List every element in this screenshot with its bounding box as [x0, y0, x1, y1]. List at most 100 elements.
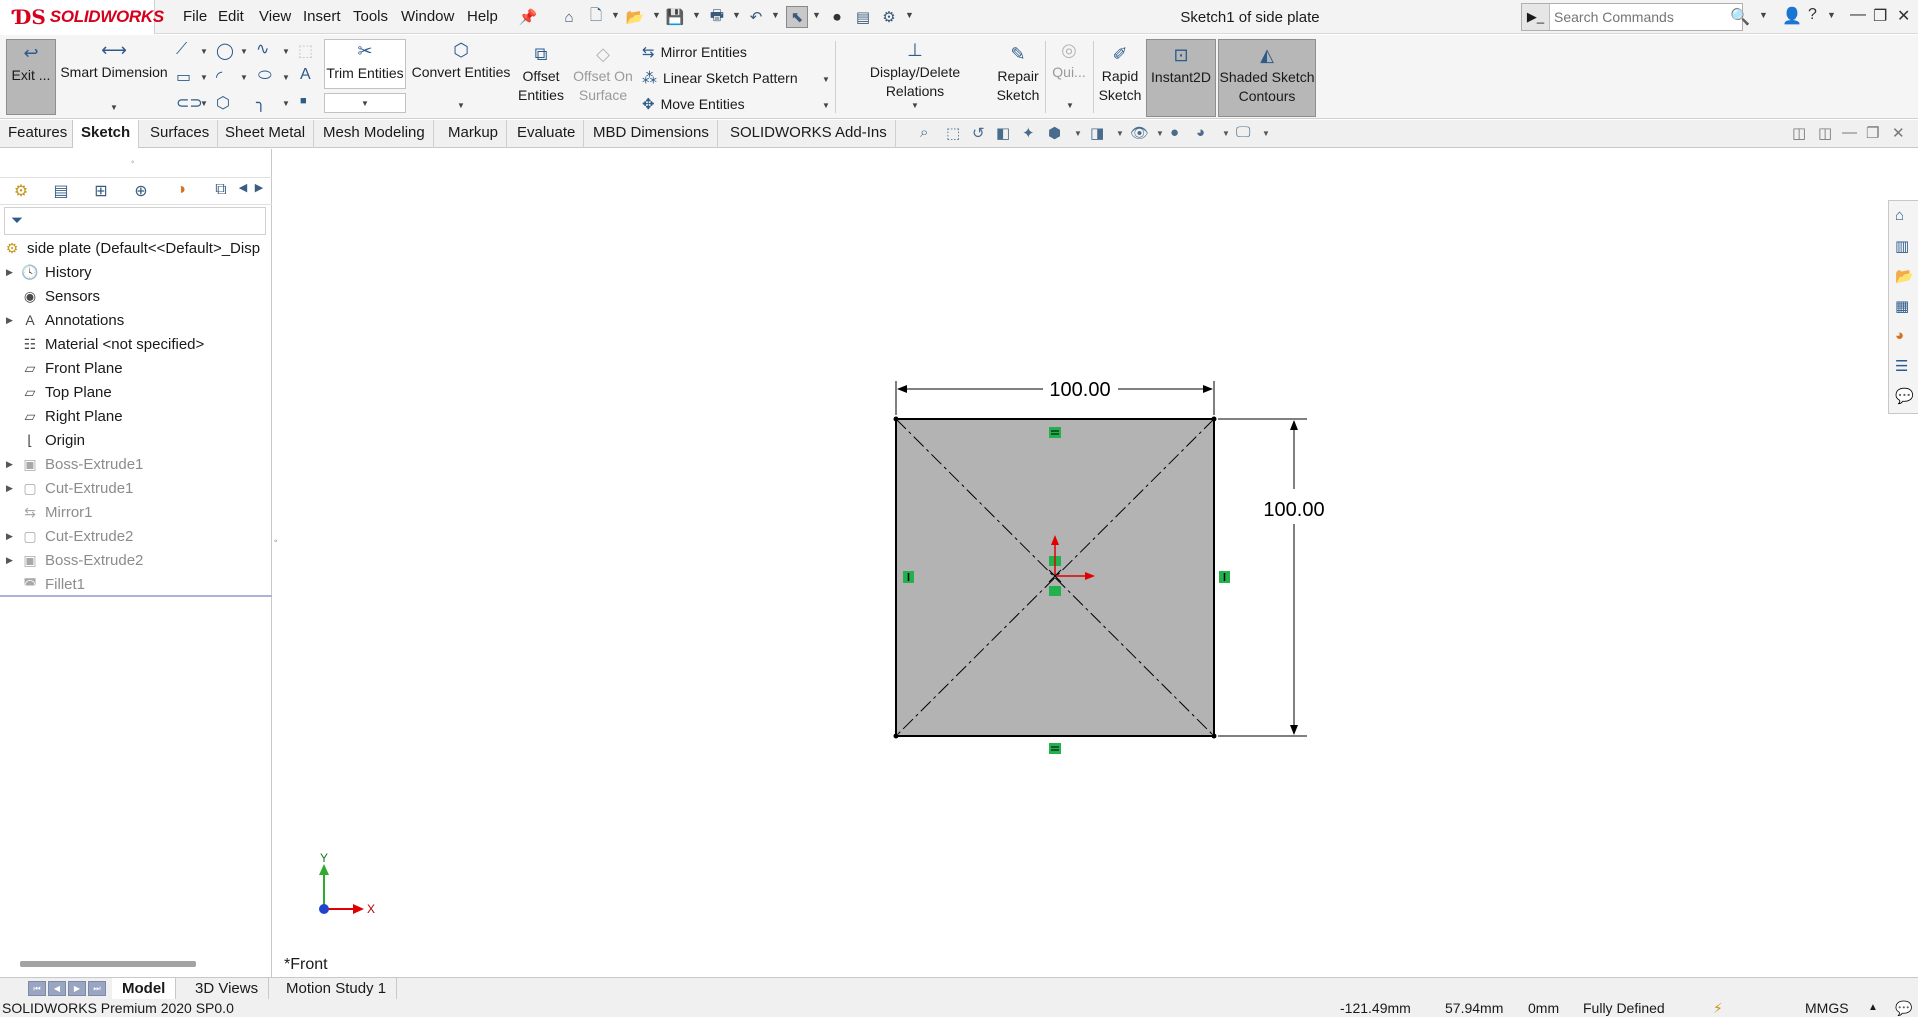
property-manager-tab-icon[interactable]: ▤: [46, 181, 76, 203]
expand-arrow-icon[interactable]: ▶: [6, 555, 20, 566]
quick-snaps-button[interactable]: ◎ Qui...: [1050, 41, 1088, 91]
save-dropdown-arrow[interactable]: ▼: [692, 10, 701, 20]
open-dropdown-arrow[interactable]: ▼: [652, 10, 661, 20]
display-manager-tab-icon[interactable]: ◑: [166, 181, 196, 203]
search-dropdown-arrow[interactable]: ▼: [1759, 10, 1768, 20]
tree-item-boss-extrude2[interactable]: ▶ ▣ Boss-Extrude2: [0, 548, 272, 572]
tab-features[interactable]: Features: [0, 120, 77, 148]
doc-tile-left-icon[interactable]: ◫: [1792, 124, 1806, 142]
horizontal-relation-icon[interactable]: [1049, 743, 1061, 754]
view-orientation-icon[interactable]: ⬢: [1048, 124, 1061, 142]
panel-collapse-handle[interactable]: ◦: [131, 157, 135, 168]
zoom-to-area-icon[interactable]: ⬚: [946, 124, 960, 142]
tabs-scroll-right-icon[interactable]: ▶: [252, 181, 266, 203]
line-icon[interactable]: ⟋: [176, 41, 187, 59]
zoom-to-fit-icon[interactable]: ⌕: [920, 124, 928, 141]
tree-item-right-plane[interactable]: ▱ Right Plane: [0, 404, 272, 428]
dynamic-annotation-icon[interactable]: ✦: [1022, 124, 1035, 142]
tab-evaluate[interactable]: Evaluate: [509, 120, 585, 148]
help-icon[interactable]: ?: [1808, 6, 1817, 24]
search-commands-box[interactable]: ▶_ 🔍: [1521, 3, 1750, 31]
first-tab-arrow-icon[interactable]: ⏮: [28, 981, 46, 996]
convert-dropdown-arrow[interactable]: ▼: [457, 101, 465, 110]
expand-arrow-icon[interactable]: ▶: [6, 315, 20, 326]
pattern-dropdown-arrow[interactable]: ▼: [822, 75, 830, 84]
vertical-relation-icon[interactable]: [903, 571, 914, 583]
spline-icon[interactable]: ∿: [256, 39, 269, 59]
rectangle-icon[interactable]: ▭: [176, 67, 191, 87]
tooltip-icon[interactable]: 💬: [1895, 1000, 1912, 1017]
undo-dropdown-arrow[interactable]: ▼: [771, 10, 780, 20]
expand-arrow-icon[interactable]: ▶: [6, 459, 20, 470]
menu-file[interactable]: File: [183, 8, 207, 25]
linear-sketch-pattern-button[interactable]: ⁂ Linear Sketch Pattern: [642, 69, 798, 87]
tree-item-annotations[interactable]: ▶ A Annotations: [0, 308, 272, 332]
bottom-tab-3d-views[interactable]: 3D Views: [185, 978, 270, 1000]
home-icon[interactable]: ⌂: [558, 6, 580, 28]
tab-mesh-modeling[interactable]: Mesh Modeling: [315, 120, 434, 148]
menu-view[interactable]: View: [259, 8, 291, 25]
options-gear-icon[interactable]: ⚙: [878, 6, 900, 28]
move-dropdown-arrow[interactable]: ▼: [822, 101, 830, 110]
doc-tile-right-icon[interactable]: ◫: [1818, 124, 1832, 142]
graphics-area[interactable]: 100.00 100.00 Y X: [273, 149, 1888, 977]
vertical-relation-icon[interactable]: [1219, 571, 1230, 583]
mirror-entities-button[interactable]: ⇆ Mirror Entities: [642, 43, 747, 61]
restore-icon[interactable]: ❐: [1873, 6, 1887, 26]
expand-arrow-icon[interactable]: ▶: [6, 483, 20, 494]
tree-root-part[interactable]: ⚙ side plate (Default<<Default>_Disp: [0, 236, 272, 260]
select-cursor-icon[interactable]: ⬉: [786, 6, 808, 28]
tabs-scroll-left-icon[interactable]: ◀: [236, 181, 250, 203]
trim-entities-button[interactable]: ✂ Trim Entities: [324, 39, 406, 89]
new-dropdown-arrow[interactable]: ▼: [611, 10, 620, 20]
fillet-sketch-icon[interactable]: ╮: [256, 93, 266, 113]
tree-item-material-not-specified[interactable]: ☷ Material <not specified>: [0, 332, 272, 356]
move-entities-button[interactable]: ✥ Move Entities: [642, 95, 745, 113]
view-orientation-dropdown-arrow[interactable]: ▼: [1074, 129, 1082, 138]
sketch-vertex[interactable]: [1211, 733, 1217, 739]
tree-item-front-plane[interactable]: ▱ Front Plane: [0, 356, 272, 380]
menu-window[interactable]: Window: [401, 8, 454, 25]
view-palette-icon[interactable]: ▦: [1895, 297, 1909, 315]
cam-manager-tab-icon[interactable]: ⧉: [206, 181, 236, 203]
tab-sketch[interactable]: Sketch: [72, 120, 140, 148]
expand-arrow-icon[interactable]: ▶: [6, 531, 20, 542]
sketch-vertex[interactable]: [893, 416, 899, 422]
repair-sketch-button[interactable]: ✎ Repair Sketch: [996, 45, 1040, 117]
view-settings-dropdown-arrow[interactable]: ▼: [1262, 129, 1270, 138]
sketch-vertex[interactable]: [1211, 416, 1217, 422]
scene-dropdown-arrow[interactable]: ▼: [1222, 129, 1230, 138]
tree-filter-box[interactable]: ⏷: [4, 207, 266, 235]
tree-item-fillet1[interactable]: ◚ Fillet1: [0, 572, 272, 596]
section-view-icon[interactable]: ◧: [996, 124, 1010, 142]
sketch-vertex[interactable]: [893, 733, 899, 739]
trim-entities-dropdown[interactable]: ▼: [324, 93, 406, 113]
width-dimension-text[interactable]: 100.00: [1049, 379, 1110, 401]
feature-manager-tab-icon[interactable]: ⚙: [6, 181, 36, 203]
tree-item-history[interactable]: ▶ 🕓 History: [0, 260, 272, 284]
next-tab-arrow-icon[interactable]: ▶: [68, 981, 86, 996]
tree-item-cut-extrude2[interactable]: ▶ ▢ Cut-Extrude2: [0, 524, 272, 548]
hide-show-items-icon[interactable]: 👁: [1130, 124, 1149, 142]
horizontal-relation-icon[interactable]: [1049, 427, 1061, 438]
display-style-dropdown-arrow[interactable]: ▼: [1116, 129, 1124, 138]
options-dropdown-arrow[interactable]: ▼: [905, 10, 914, 20]
prev-tab-arrow-icon[interactable]: ◀: [48, 981, 66, 996]
spline-dropdown-arrow[interactable]: ▼: [282, 47, 290, 56]
solidworks-resources-icon[interactable]: ⌂: [1895, 207, 1904, 224]
smart-dimension-dropdown-arrow[interactable]: ▼: [110, 103, 118, 112]
apply-scene-icon[interactable]: ◕: [1196, 124, 1205, 141]
point-icon[interactable]: ■: [300, 95, 307, 107]
circle-icon[interactable]: ◯: [216, 41, 234, 61]
new-document-icon[interactable]: 🗋: [585, 6, 607, 28]
last-tab-arrow-icon[interactable]: ⏭: [88, 981, 106, 996]
tree-horizontal-scrollbar[interactable]: [20, 961, 196, 967]
menu-help[interactable]: Help: [467, 8, 498, 25]
save-icon[interactable]: 💾: [664, 6, 686, 28]
open-icon[interactable]: 📂: [624, 6, 646, 28]
print-dropdown-arrow[interactable]: ▼: [732, 10, 741, 20]
forum-icon[interactable]: 💬: [1895, 387, 1914, 405]
tree-item-mirror1[interactable]: ⇆ Mirror1: [0, 500, 272, 524]
select-dropdown-arrow[interactable]: ▼: [812, 10, 821, 20]
help-dropdown-arrow[interactable]: ▼: [1827, 10, 1836, 20]
